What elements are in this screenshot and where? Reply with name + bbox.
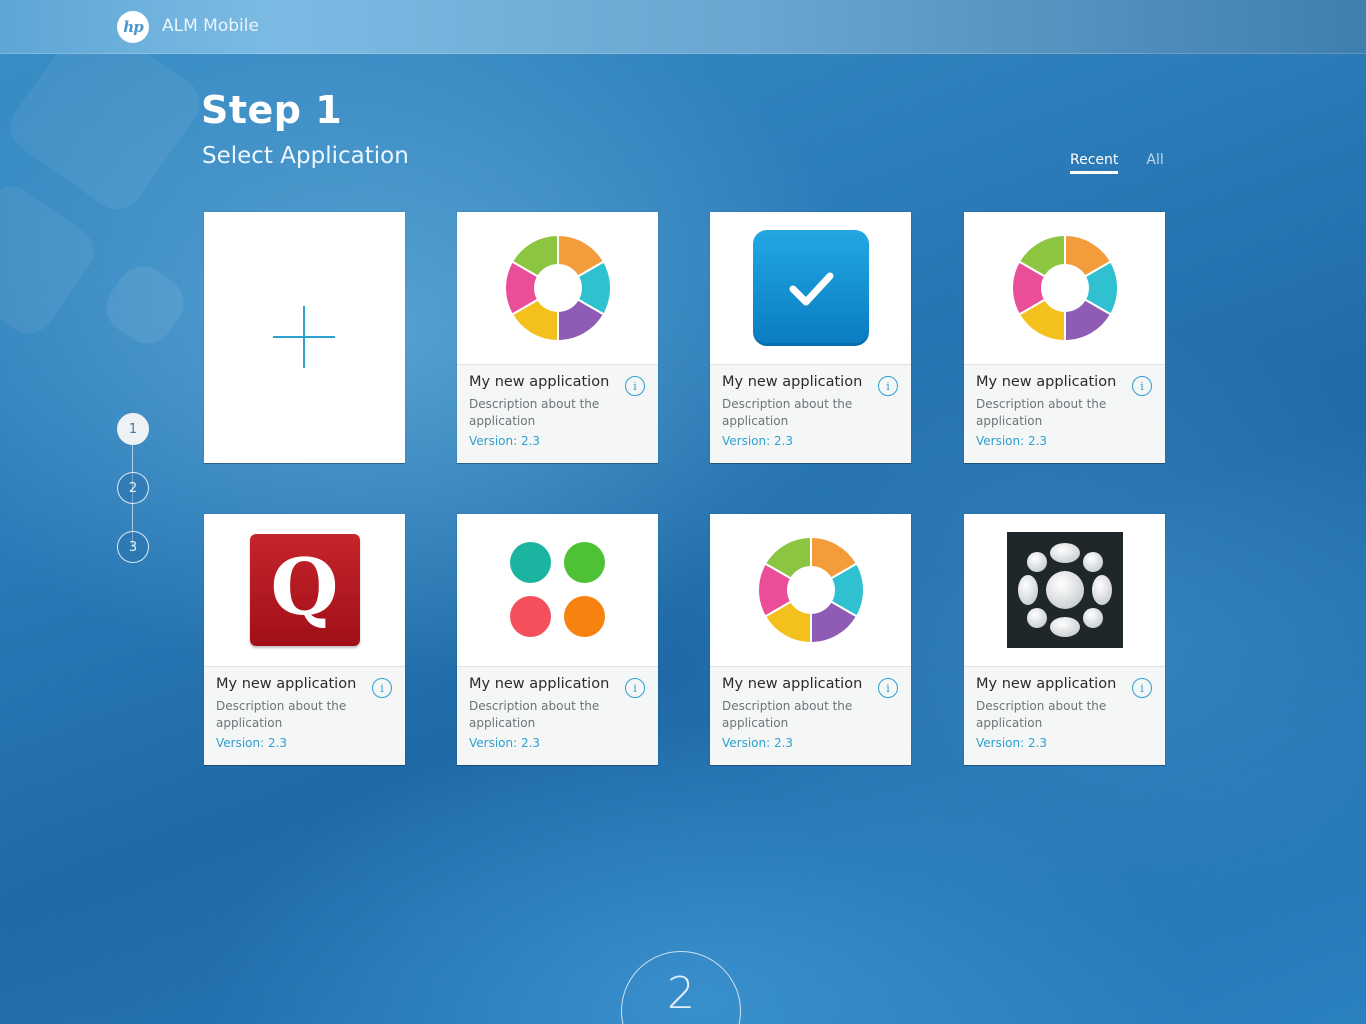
color-ring-icon <box>756 536 865 644</box>
application-description: Description about the application <box>216 699 347 730</box>
application-icon-area <box>457 514 658 667</box>
info-icon[interactable]: i <box>878 678 898 698</box>
application-card[interactable]: Q My new application Description about t… <box>204 514 405 765</box>
q-letter-tile-icon: Q <box>249 534 360 646</box>
application-icon-area: Q <box>204 514 405 667</box>
application-name: My new application <box>722 374 863 390</box>
page-subtitle: Select Application <box>202 143 409 169</box>
application-name: My new application <box>216 676 357 692</box>
application-description: Description about the application <box>469 397 600 428</box>
dot <box>509 542 551 583</box>
four-dots-icon <box>509 542 606 638</box>
application-card[interactable]: My new application Description about the… <box>457 514 658 765</box>
page-title: Step 1 <box>201 88 343 132</box>
step-3-dot[interactable]: 3 <box>117 531 149 563</box>
background-decoration <box>0 176 104 344</box>
add-application-card[interactable] <box>204 212 405 463</box>
add-icon <box>273 306 335 368</box>
application-card[interactable]: My new application Description about the… <box>964 212 1165 463</box>
color-ring-icon <box>503 234 612 342</box>
dot <box>563 596 605 637</box>
application-version: Version: 2.3 <box>722 434 794 448</box>
application-description: Description about the application <box>722 397 853 428</box>
application-card[interactable]: My new application Description about the… <box>457 212 658 463</box>
application-icon-area <box>964 212 1165 365</box>
application-name: My new application <box>976 374 1117 390</box>
application-name: My new application <box>469 374 610 390</box>
step-1-dot[interactable]: 1 <box>117 413 149 445</box>
application-card[interactable]: My new application Description about the… <box>710 514 911 765</box>
info-icon[interactable]: i <box>625 376 645 396</box>
application-icon-area <box>457 212 658 365</box>
hp-logo-icon: hp <box>117 11 149 43</box>
tab-all[interactable]: All <box>1146 152 1163 174</box>
dot-cluster-tile-icon <box>1006 532 1123 648</box>
info-icon[interactable]: i <box>878 376 898 396</box>
application-card[interactable]: My new application Description about the… <box>964 514 1165 765</box>
application-version: Version: 2.3 <box>469 736 541 750</box>
dot <box>509 596 551 637</box>
application-name: My new application <box>976 676 1117 692</box>
application-version: Version: 2.3 <box>469 434 541 448</box>
dot <box>563 542 605 583</box>
color-ring-icon <box>1010 234 1119 342</box>
application-icon-area <box>710 212 911 365</box>
next-step-button[interactable]: 2 <box>621 951 741 1024</box>
app-title: ALM Mobile <box>162 16 259 36</box>
application-icon-area <box>964 514 1165 667</box>
application-description: Description about the application <box>976 397 1107 428</box>
application-description: Description about the application <box>469 699 600 730</box>
info-icon[interactable]: i <box>1132 376 1152 396</box>
application-name: My new application <box>469 676 610 692</box>
checkmark-tile-icon <box>752 230 869 346</box>
application-description: Description about the application <box>722 699 853 730</box>
application-version: Version: 2.3 <box>976 736 1048 750</box>
application-description: Description about the application <box>976 699 1107 730</box>
step-2-dot[interactable]: 2 <box>117 472 149 504</box>
info-icon[interactable]: i <box>1132 678 1152 698</box>
step-indicator: 1 2 3 <box>117 413 149 563</box>
application-version: Version: 2.3 <box>722 736 794 750</box>
tab-recent[interactable]: Recent <box>1070 152 1119 174</box>
info-icon[interactable]: i <box>625 678 645 698</box>
application-card[interactable]: My new application Description about the… <box>710 212 911 463</box>
app-header: hp ALM Mobile <box>0 0 1366 54</box>
application-version: Version: 2.3 <box>976 434 1048 448</box>
info-icon[interactable]: i <box>372 678 392 698</box>
filter-tabs: Recent All <box>1070 152 1164 174</box>
application-version: Version: 2.3 <box>216 736 288 750</box>
application-name: My new application <box>722 676 863 692</box>
application-icon-area <box>710 514 911 667</box>
background-decoration <box>96 256 194 354</box>
